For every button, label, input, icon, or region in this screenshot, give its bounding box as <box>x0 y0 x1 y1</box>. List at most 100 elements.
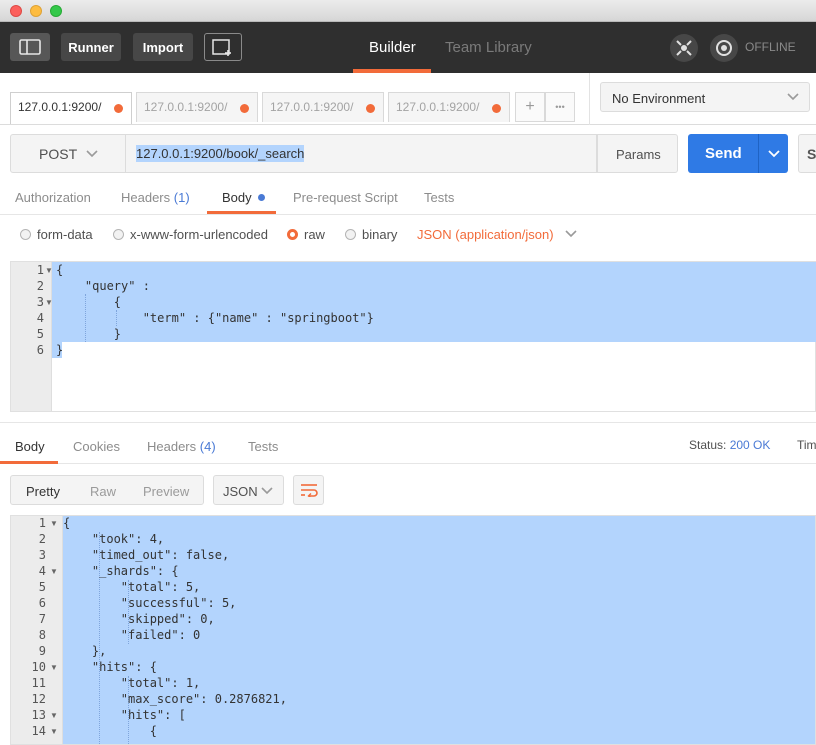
form-data-radio[interactable] <box>20 229 31 240</box>
request-body-editor[interactable]: 1 ▼ 2 3 ▼ 4 5 6 { "query" : { "term" : {… <box>10 261 816 412</box>
tab-authorization[interactable]: Authorization <box>15 190 91 205</box>
runner-button[interactable]: Runner <box>61 33 121 61</box>
response-tab-cookies[interactable]: Cookies <box>73 439 120 454</box>
sidebar-icon <box>19 39 41 55</box>
satellite-icon <box>676 40 692 56</box>
more-tabs-button[interactable]: ••• <box>545 92 575 122</box>
tab-headers[interactable]: Headers (1) <box>121 190 190 205</box>
body-type-selector: form-data x-www-form-urlencoded raw bina… <box>0 215 816 257</box>
tab-body-label: Body <box>222 190 252 205</box>
response-format-label: JSON <box>223 484 258 499</box>
tab-tests[interactable]: Tests <box>424 190 454 205</box>
fold-arrow-icon[interactable]: ▼ <box>50 567 58 576</box>
environment-select[interactable]: No Environment <box>600 82 810 112</box>
raw-view-button[interactable]: Raw <box>90 484 116 499</box>
raw-label[interactable]: raw <box>304 227 325 242</box>
response-tab-body[interactable]: Body <box>15 439 45 454</box>
code-line: { <box>56 295 122 309</box>
response-format-select[interactable]: JSON <box>213 475 284 505</box>
fold-arrow-icon[interactable]: ▼ <box>50 663 58 672</box>
fold-arrow-icon[interactable]: ▼ <box>50 711 58 720</box>
method-select[interactable]: POST <box>10 134 126 173</box>
section-divider <box>0 422 816 423</box>
unsaved-indicator <box>492 104 501 113</box>
chevron-down-icon <box>86 150 98 158</box>
code-line: }, <box>63 644 107 658</box>
response-tab-headers[interactable]: Headers (4) <box>147 439 216 454</box>
new-window-button[interactable] <box>204 33 242 61</box>
save-button[interactable]: Sa <box>798 134 816 173</box>
code-line: "total": 5, <box>63 580 201 594</box>
urlencoded-radio[interactable] <box>113 229 124 240</box>
code-line: { <box>63 516 71 530</box>
minimize-window-button[interactable] <box>30 5 42 17</box>
preview-view-button[interactable]: Preview <box>143 484 189 499</box>
close-window-button[interactable] <box>10 5 22 17</box>
fold-arrow-icon[interactable]: ▼ <box>50 727 58 736</box>
urlencoded-label[interactable]: x-www-form-urlencoded <box>130 227 268 242</box>
binary-label[interactable]: binary <box>362 227 397 242</box>
line-number: 1 <box>38 516 46 530</box>
team-library-mode-tab[interactable]: Team Library <box>445 39 532 56</box>
pretty-view-button[interactable]: Pretty <box>26 484 60 499</box>
send-button[interactable]: Send <box>688 134 758 173</box>
status-label: Status: <box>689 438 727 452</box>
code-line: } <box>56 327 122 341</box>
headers-count: (1) <box>173 190 190 205</box>
request-tab[interactable]: 127.0.0.1:9200/ <box>388 92 510 122</box>
fold-arrow-icon[interactable]: ▼ <box>45 266 53 275</box>
line-number: 3 <box>38 548 46 562</box>
request-tab[interactable]: 127.0.0.1:9200/ <box>262 92 384 122</box>
zoom-window-button[interactable] <box>50 5 62 17</box>
send-options-button[interactable] <box>758 134 788 173</box>
response-tab-tests[interactable]: Tests <box>248 439 278 454</box>
code-line: } <box>56 343 64 357</box>
code-line: "failed": 0 <box>63 628 201 642</box>
request-tab-label: 127.0.0.1:9200/ <box>396 100 480 114</box>
builder-mode-tab[interactable]: Builder <box>369 39 416 56</box>
line-number: 5 <box>36 327 44 341</box>
main-toolbar: Runner Import Builder Team Library OFFLI… <box>0 22 816 73</box>
code-line: "total": 1, <box>63 676 201 690</box>
interceptor-button[interactable] <box>670 34 698 62</box>
response-section-tabs: Body Cookies Headers (4) Tests Status: 2… <box>0 424 816 464</box>
fold-arrow-icon[interactable]: ▼ <box>45 298 53 307</box>
binary-radio[interactable] <box>345 229 356 240</box>
import-button[interactable]: Import <box>133 33 193 61</box>
unsaved-indicator <box>240 104 249 113</box>
tab-prerequest-script[interactable]: Pre-request Script <box>293 190 398 205</box>
request-tab[interactable]: 127.0.0.1:9200/ <box>136 92 258 122</box>
request-tab[interactable]: 127.0.0.1:9200/ <box>10 92 132 124</box>
line-number: 5 <box>38 580 46 594</box>
fold-arrow-icon[interactable]: ▼ <box>50 519 58 528</box>
content-type-label: JSON (application/json) <box>417 227 554 242</box>
url-bar: POST 127.0.0.1:9200/book/_search Params … <box>0 126 816 184</box>
body-active-dot <box>258 194 266 201</box>
chevron-down-icon <box>787 93 799 101</box>
params-button[interactable]: Params <box>597 134 678 173</box>
line-number: 9 <box>38 644 46 658</box>
raw-radio[interactable] <box>287 229 298 240</box>
content-type-select[interactable]: JSON (application/json) <box>417 227 577 242</box>
add-tab-button[interactable]: + <box>515 92 545 122</box>
selection-highlight <box>52 262 816 342</box>
line-number: 10 <box>31 660 46 674</box>
line-number: 4 <box>38 564 46 578</box>
line-number: 11 <box>31 676 46 690</box>
method-label: POST <box>39 146 78 162</box>
status-readout: Status: 200 OK <box>689 438 770 452</box>
request-tab-label: 127.0.0.1:9200/ <box>144 100 228 114</box>
sidebar-toggle-button[interactable] <box>10 33 50 61</box>
line-number: 2 <box>38 532 46 546</box>
line-number: 13 <box>31 708 46 722</box>
form-data-label[interactable]: form-data <box>37 227 93 242</box>
tab-body[interactable]: Body <box>222 190 266 205</box>
wrap-lines-button[interactable] <box>293 475 324 505</box>
code-line: "query" : <box>56 279 150 293</box>
code-line: { <box>63 724 157 738</box>
url-input[interactable]: 127.0.0.1:9200/book/_search <box>126 134 597 173</box>
code-line: "timed_out": false, <box>63 548 230 562</box>
code-line: "max_score": 0.2876821, <box>63 692 287 706</box>
request-tabs-bar: 127.0.0.1:9200/ 127.0.0.1:9200/ 127.0.0.… <box>0 73 816 125</box>
sync-status-button[interactable] <box>710 34 738 62</box>
